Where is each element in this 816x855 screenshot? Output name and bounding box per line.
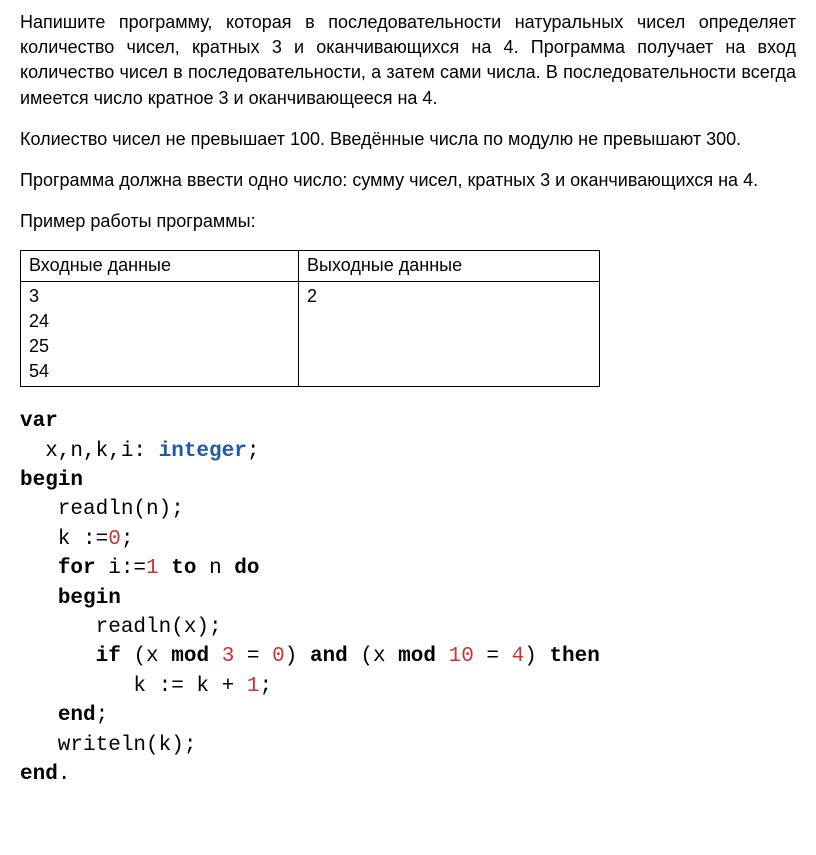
code-sp1 xyxy=(159,557,172,580)
kw-then: then xyxy=(549,645,599,668)
code-writeln: writeln(k); xyxy=(20,734,196,757)
header-output: Выходные данные xyxy=(299,251,600,281)
kw-do: do xyxy=(234,557,259,580)
code-end-semi: ; xyxy=(96,704,109,727)
code-for-i: i:= xyxy=(96,557,146,580)
code-if-open2: (x xyxy=(348,645,398,668)
num-four: 4 xyxy=(512,645,525,668)
kw-var: var xyxy=(20,410,58,433)
code-k-assign-pre: k := xyxy=(20,528,108,551)
code-sp2 xyxy=(209,645,222,668)
num-one-2: 1 xyxy=(247,675,260,698)
code-k-inc-pre: k := k + xyxy=(20,675,247,698)
kw-for: for xyxy=(58,557,96,580)
num-one: 1 xyxy=(146,557,159,580)
kw-begin: begin xyxy=(20,469,83,492)
cell-input: 3 24 25 54 xyxy=(21,281,299,387)
code-for-pre xyxy=(20,557,58,580)
code-end-inner-pre xyxy=(20,704,58,727)
header-input: Входные данные xyxy=(21,251,299,281)
kw-if: if xyxy=(96,645,121,668)
code-eq0-1: = xyxy=(234,645,272,668)
example-label: Пример работы программы: xyxy=(20,209,796,234)
code-eq0-2: = xyxy=(474,645,512,668)
kw-to: to xyxy=(171,557,196,580)
code-k-inc-post: ; xyxy=(259,675,272,698)
code-readln-x: readln(x); xyxy=(20,616,222,639)
cell-output: 2 xyxy=(299,281,600,387)
code-if-open1: (x xyxy=(121,645,171,668)
kw-mod-2: mod xyxy=(398,645,436,668)
code-decl: x,n,k,i: xyxy=(20,440,159,463)
kw-begin-inner: begin xyxy=(58,587,121,610)
code-sp3 xyxy=(436,645,449,668)
num-three: 3 xyxy=(222,645,235,668)
kw-and: and xyxy=(310,645,348,668)
problem-paragraph-3: Программа должна ввести одно число: сумм… xyxy=(20,168,796,193)
kw-end-inner: end xyxy=(58,704,96,727)
code-block: var x,n,k,i: integer; begin readln(n); k… xyxy=(20,407,796,789)
code-if-pre xyxy=(20,645,96,668)
table-header-row: Входные данные Выходные данные xyxy=(21,251,600,281)
num-zero: 0 xyxy=(108,528,121,551)
code-end-dot: . xyxy=(58,763,71,786)
example-table: Входные данные Выходные данные 3 24 25 5… xyxy=(20,250,600,387)
code-close-1: ) xyxy=(285,645,310,668)
code-close-2: ) xyxy=(524,645,549,668)
code-k-assign-post: ; xyxy=(121,528,134,551)
kw-end: end xyxy=(20,763,58,786)
code-inner-begin-pre xyxy=(20,587,58,610)
code-for-n: n xyxy=(196,557,234,580)
code-readln-n: readln(n); xyxy=(20,498,184,521)
type-integer: integer xyxy=(159,440,247,463)
problem-paragraph-2: Колиество чисел не превышает 100. Введён… xyxy=(20,127,796,152)
code-semi: ; xyxy=(247,440,260,463)
num-zero-2: 0 xyxy=(272,645,285,668)
num-ten: 10 xyxy=(449,645,474,668)
table-row: 3 24 25 54 2 xyxy=(21,281,600,387)
kw-mod-1: mod xyxy=(171,645,209,668)
problem-paragraph-1: Напишите программу, которая в последоват… xyxy=(20,10,796,111)
